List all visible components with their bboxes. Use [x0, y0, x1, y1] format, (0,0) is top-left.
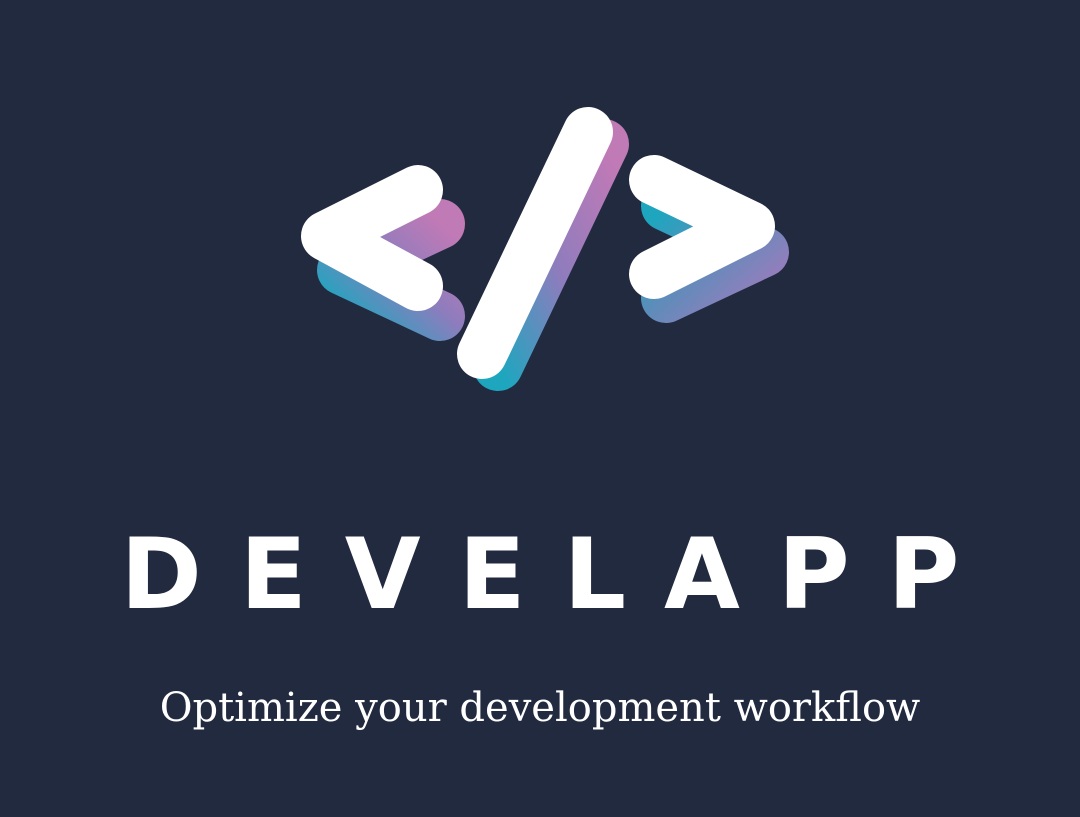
code-brackets-icon	[301, 107, 789, 391]
tagline: Optimize your development workflow	[159, 685, 921, 731]
brand-name: DEVELAPP	[120, 518, 998, 632]
